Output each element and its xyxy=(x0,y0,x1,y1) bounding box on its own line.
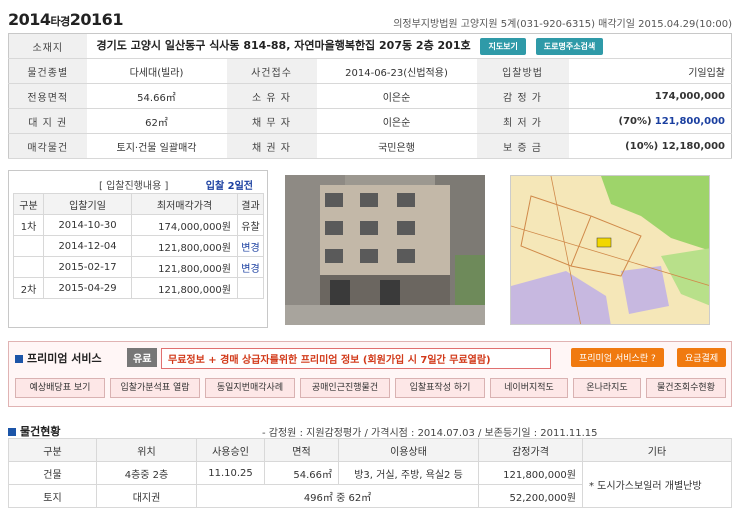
min-price-percent: (70%) xyxy=(618,115,652,127)
premium-title: 프리미엄 서비스 xyxy=(27,352,102,365)
bid-col-date: 입찰기일 xyxy=(43,193,132,215)
premium-message[interactable]: 무료정보 + 경매 상급자를위한 프리미엄 정보 (회원가입 시 7일간 무료열… xyxy=(161,348,551,369)
court-info: 의정부지방법원 고양지원 5계(031-920-6315) 매각기일 2015.… xyxy=(393,19,732,30)
value-area: 54.66㎡ xyxy=(86,83,227,109)
label-filed: 사건접수 xyxy=(226,58,317,84)
label-owner: 소 유 자 xyxy=(226,83,317,109)
table-row: 2차 2015-04-29 121,800,000원 xyxy=(13,277,264,299)
value-creditor: 국민은행 xyxy=(316,133,477,159)
bid-history-panel: [ 입찰진행내용 ] 입찰 2일전 구분 입찰기일 최저매각가격 결과 1차 2… xyxy=(8,170,268,328)
value-land-right: 62㎡ xyxy=(86,108,227,134)
address: 경기도 고양시 일산동구 식사동 814-88, 자연마을행복한집 207동 2… xyxy=(96,39,471,53)
service-bid-form[interactable]: 입찰표작성 하기 xyxy=(395,378,485,398)
section-square-icon xyxy=(8,428,16,436)
label-creditor: 채 권 자 xyxy=(226,133,317,159)
bid-col-result: 결과 xyxy=(237,193,264,215)
bid-history-title: [ 입찰진행내용 ] xyxy=(99,181,169,192)
service-onnara-map[interactable]: 온나라지도 xyxy=(573,378,641,398)
bid-result: 변경 xyxy=(237,256,264,278)
value-type: 다세대(빌라) xyxy=(86,58,227,84)
label-min-price: 최 저 가 xyxy=(476,108,569,134)
value-appraisal: 174,000,000 xyxy=(568,83,732,109)
payment-button[interactable]: 요금결제 xyxy=(677,348,727,367)
section-square-icon xyxy=(15,355,23,363)
bid-result: 변경 xyxy=(237,235,264,257)
status-etc: * 도시가스보일러 개별난방 xyxy=(582,461,732,508)
label-type: 물건종별 xyxy=(8,58,87,84)
value-bid-method: 기일입찰 xyxy=(568,58,732,84)
premium-service-panel: 프리미엄 서비스 유료 무료정보 + 경매 상급자를위한 프리미엄 정보 (회원… xyxy=(8,341,732,407)
min-price-value: 121,800,000 xyxy=(654,115,725,127)
service-same-lot-cases[interactable]: 동일지번매각사례 xyxy=(205,378,295,398)
label-bid-method: 입찰방법 xyxy=(476,58,569,84)
service-naver-map[interactable]: 네이버지적도 xyxy=(490,378,568,398)
value-owner: 이은순 xyxy=(316,83,477,109)
paid-badge: 유료 xyxy=(127,348,158,367)
value-deposit: (10%) 12,180,000 xyxy=(568,133,732,159)
property-status-table: 구분 위치 사용승인 면적 이용상태 감정가격 기타 건물 4층중 2층 11.… xyxy=(8,438,732,508)
premium-info-button[interactable]: 프리미엄 서비스란 ? xyxy=(571,348,664,367)
label-debtor: 채 무 자 xyxy=(226,108,317,134)
service-bid-analysis[interactable]: 입찰가분석표 열람 xyxy=(110,378,200,398)
table-row: 1차 2014-10-30 174,000,000원 유찰 xyxy=(13,214,264,236)
label-sale-item: 매각물건 xyxy=(8,133,87,159)
bid-col-div: 구분 xyxy=(13,193,44,215)
bid-col-price: 최저매각가격 xyxy=(131,193,238,215)
label-appraisal: 감 정 가 xyxy=(476,83,569,109)
map-view-button[interactable]: 지도보기 xyxy=(480,37,526,55)
bid-history-table: 구분 입찰기일 최저매각가격 결과 1차 2014-10-30 174,000,… xyxy=(13,193,264,299)
value-debtor: 이은순 xyxy=(316,108,477,134)
building-photo[interactable] xyxy=(285,175,485,325)
cadastral-map[interactable] xyxy=(510,175,710,325)
service-view-count[interactable]: 물건조회수현황 xyxy=(646,378,726,398)
road-address-search-button[interactable]: 도로명주소검색 xyxy=(535,37,604,55)
service-dividend-table[interactable]: 예상배당표 보기 xyxy=(15,378,105,398)
value-filed: 2014-06-23(신법적용) xyxy=(316,58,477,84)
value-sale-item: 토지·건물 일괄매각 xyxy=(86,133,227,159)
bid-countdown: 입찰 2일전 xyxy=(205,181,253,192)
label-land-right: 대 지 권 xyxy=(8,108,87,134)
status-title: 물건현황 xyxy=(20,425,61,438)
bid-result: 유찰 xyxy=(237,214,264,236)
label-deposit: 보 증 금 xyxy=(476,133,569,159)
table-row: 건물 4층중 2층 11.10.25 54.66㎡ 방3, 거실, 주방, 욕실… xyxy=(8,461,732,508)
table-row: 2015-02-17 121,800,000원 변경 xyxy=(13,256,264,278)
case-number: 2014타경20161 xyxy=(8,10,123,29)
service-nearby-auctions[interactable]: 공매인근진행물건 xyxy=(300,378,390,398)
property-info-table: 소재지 경기도 고양시 일산동구 식사동 814-88, 자연마을행복한집 20… xyxy=(8,33,732,159)
status-meta: - 감정원 : 지원감정평가 / 가격시점 : 2014.07.03 / 보존등… xyxy=(262,428,598,439)
label-area: 전용면적 xyxy=(8,83,87,109)
table-row: 2014-12-04 121,800,000원 변경 xyxy=(13,235,264,257)
address-label: 소재지 xyxy=(8,33,87,59)
